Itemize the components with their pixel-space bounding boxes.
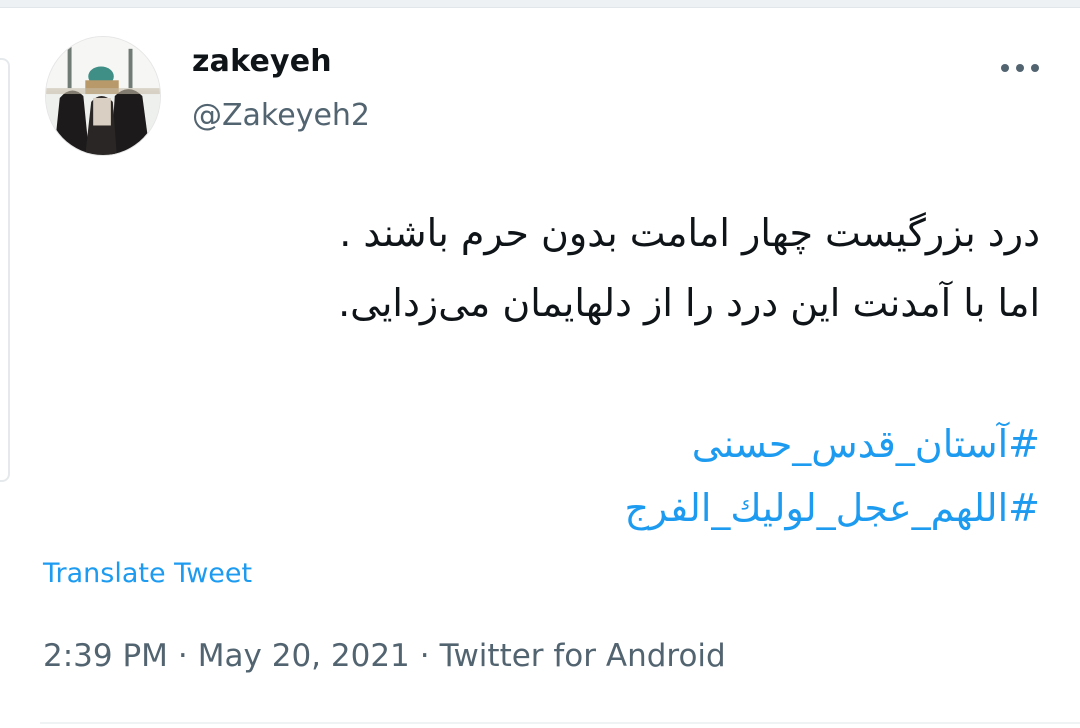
translate-tweet-link[interactable]: Translate Tweet	[43, 558, 252, 589]
profile-photo-icon	[46, 37, 160, 155]
bottom-divider	[40, 722, 1080, 724]
author-handle[interactable]: @Zakeyeh2	[192, 98, 370, 133]
more-options-button[interactable]	[988, 48, 1052, 88]
more-horizontal-icon	[1001, 64, 1039, 72]
hashtag-list: #آستان_قدس_حسنی #اللهم_عجل_لوليك_الفرج	[40, 412, 1040, 540]
author-display-name[interactable]: zakeyeh	[192, 44, 332, 79]
tweet-text-line: اما با آمدنت این درد را از دلهایمان می‌ز…	[338, 281, 1040, 325]
previous-card-edge	[0, 58, 10, 482]
top-divider	[0, 0, 1080, 8]
separator: ·	[419, 638, 430, 674]
separator: ·	[177, 638, 188, 674]
tweet-time[interactable]: 2:39 PM	[43, 638, 168, 674]
avatar[interactable]	[45, 36, 161, 156]
tweet-date[interactable]: May 20, 2021	[198, 638, 410, 674]
tweet-text-line: درد بزرگیست چهار امامت بدون حرم باشند .	[339, 211, 1040, 255]
tweet-metadata: 2:39 PM · May 20, 2021 · Twitter for Android	[43, 638, 726, 674]
hashtag-link[interactable]: #آستان_قدس_حسنی	[40, 412, 1040, 476]
tweet-source[interactable]: Twitter for Android	[440, 638, 726, 674]
hashtag-link[interactable]: #اللهم_عجل_لوليك_الفرج	[40, 476, 1040, 540]
tweet-text: درد بزرگیست چهار امامت بدون حرم باشند . …	[40, 198, 1040, 338]
